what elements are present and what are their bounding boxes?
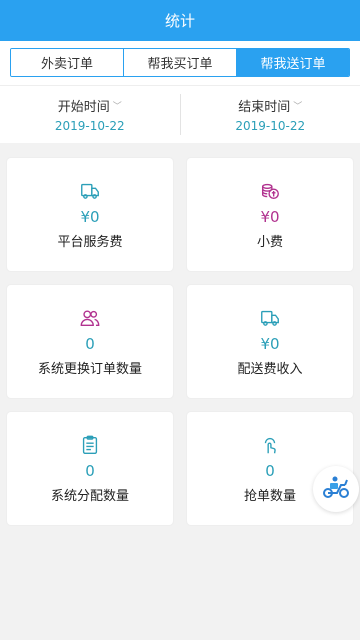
stat-card-system-assigned-count: 0 系统分配数量: [7, 412, 173, 525]
tab-takeout-orders[interactable]: 外卖订单: [11, 49, 124, 76]
stat-value: ¥0: [260, 207, 280, 226]
date-range-bar: 开始时间 ﹀ 2019-10-22 结束时间 ﹀ 2019-10-22: [0, 85, 360, 143]
stat-card-system-reassigned-orders: 0 系统更换订单数量: [7, 285, 173, 398]
stat-label: 小费: [256, 234, 283, 250]
end-date-label: 结束时间: [238, 100, 291, 115]
stat-label: 系统分配数量: [50, 488, 129, 504]
delivery-scooter-float-button[interactable]: [313, 466, 359, 512]
start-date-picker[interactable]: 开始时间 ﹀ 2019-10-22: [0, 86, 180, 143]
page-title: 统计: [164, 12, 195, 30]
stat-label: 平台服务费: [57, 234, 123, 250]
start-date-value: 2019-10-22: [54, 119, 125, 133]
coin-stack-icon: [259, 180, 281, 202]
order-type-tabs-container: 外卖订单 帮我买订单 帮我送订单: [0, 41, 360, 85]
users-icon: [79, 307, 101, 329]
stat-value: ¥0: [80, 207, 100, 226]
app-header: 统计: [0, 0, 360, 41]
clipboard-icon: [79, 434, 101, 456]
end-date-value: 2019-10-22: [235, 119, 306, 133]
chevron-down-icon: ﹀: [112, 102, 122, 112]
order-type-tabs: 外卖订单 帮我买订单 帮我送订单: [10, 48, 350, 77]
stat-card-platform-service-fee: ¥0 平台服务费: [7, 158, 173, 271]
stat-value: 0: [265, 461, 275, 480]
stat-label: 抢单数量: [243, 488, 296, 504]
stat-value: 0: [85, 334, 95, 353]
chevron-down-icon: ﹀: [293, 102, 303, 112]
delivery-scooter-icon: [321, 474, 351, 504]
stat-value: 0: [85, 461, 95, 480]
tap-finger-icon: [259, 434, 281, 456]
stat-label: 配送费收入: [237, 361, 303, 377]
stat-label: 系统更换订单数量: [37, 361, 142, 377]
delivery-truck-icon: [79, 180, 101, 202]
stat-card-tip: ¥0 小费: [187, 158, 353, 271]
stats-grid: ¥0 平台服务费 ¥0 小费 0 系统更换订单数量 ¥0 配送费收入 0 系统分…: [0, 143, 360, 525]
delivery-truck-icon: [259, 307, 281, 329]
start-date-label: 开始时间: [57, 100, 110, 115]
tab-buy-for-me-orders[interactable]: 帮我买订单: [124, 49, 237, 76]
end-date-picker[interactable]: 结束时间 ﹀ 2019-10-22: [181, 86, 360, 143]
stat-card-delivery-fee-income: ¥0 配送费收入: [187, 285, 353, 398]
tab-deliver-for-me-orders[interactable]: 帮我送订单: [237, 49, 349, 76]
stat-value: ¥0: [260, 334, 280, 353]
